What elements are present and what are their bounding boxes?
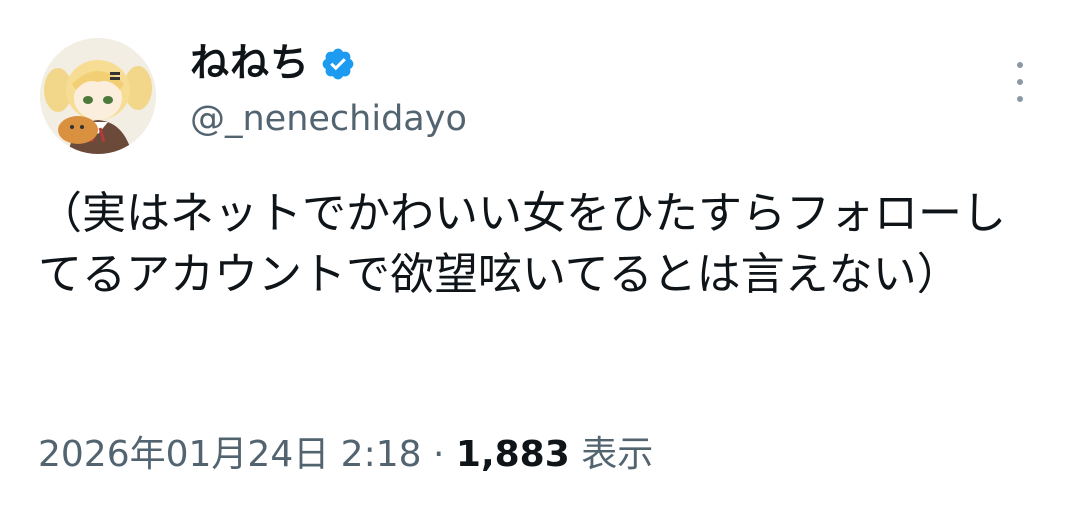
more-dot xyxy=(1017,62,1023,68)
author-handle[interactable]: @_nenechidayo xyxy=(190,95,467,143)
meta-separator: · xyxy=(432,434,445,475)
verified-badge-icon[interactable] xyxy=(320,46,356,82)
views-label: 表示 xyxy=(581,434,654,475)
more-vertical-icon[interactable] xyxy=(1006,62,1034,102)
avatar-image xyxy=(40,38,156,154)
author-name-row: ねねち xyxy=(190,38,356,90)
tweet-text: （実はネットでかわいい女をひたすらフォローしてるアカウントで欲望呟いてるとは言え… xyxy=(38,188,1006,300)
tweet-meta: 2026年01月24日 2:18 · 1,883 表示 xyxy=(38,430,653,480)
timestamp[interactable]: 2026年01月24日 2:18 xyxy=(38,434,422,475)
more-dot xyxy=(1017,79,1023,85)
display-name[interactable]: ねねち xyxy=(190,38,310,90)
more-dot xyxy=(1017,96,1023,102)
avatar[interactable] xyxy=(40,38,156,154)
views-count: 1,883 xyxy=(455,434,570,475)
